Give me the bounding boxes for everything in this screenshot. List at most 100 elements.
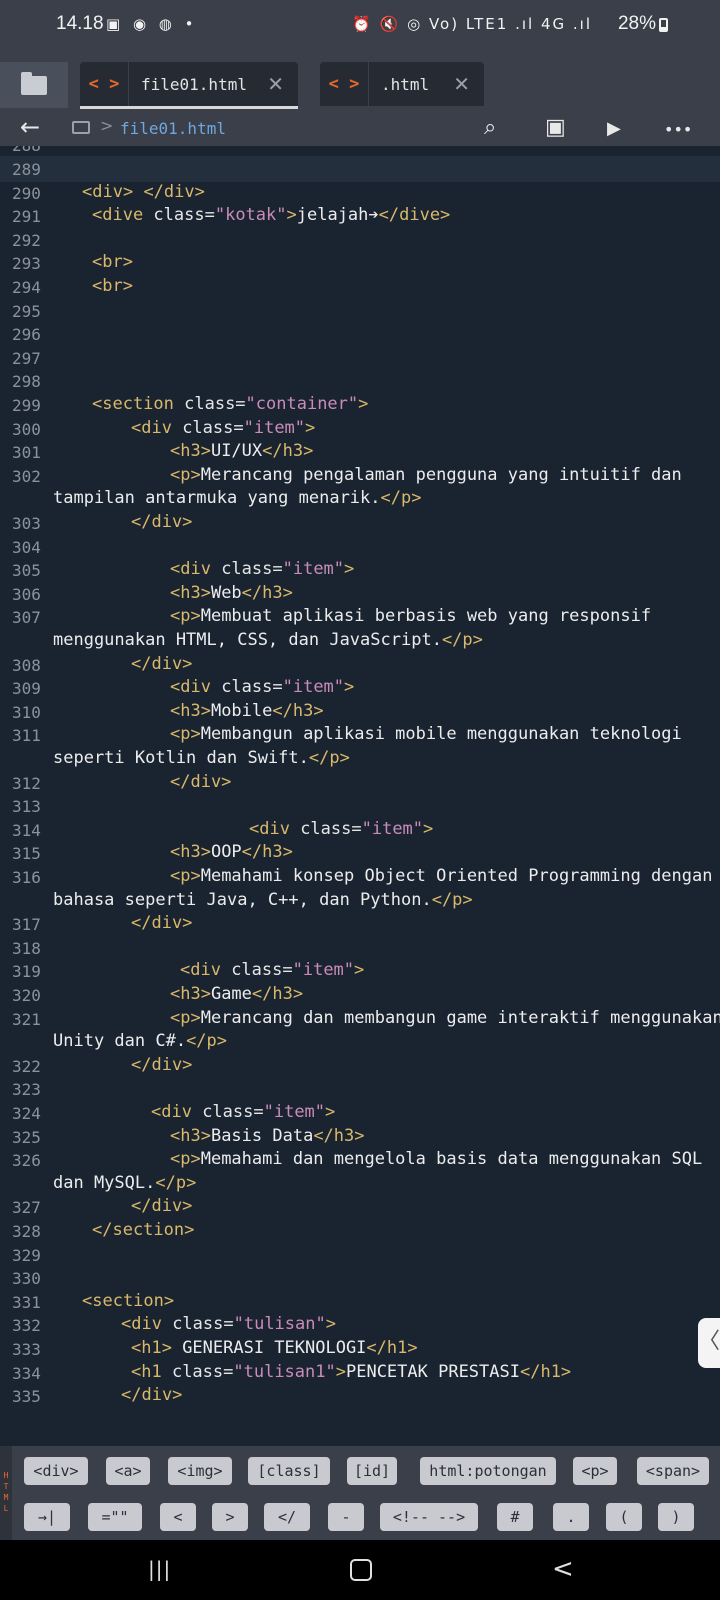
helper-symbol-button[interactable]: <!-- --> [380,1503,478,1531]
code-line[interactable]: <p>Merancang pengalaman pengguna yang in… [170,465,682,485]
code-tag: </div> [143,181,205,202]
code-line[interactable]: </div> [131,1055,192,1075]
code-line[interactable]: <div class="item"> [170,559,354,579]
helper-mode-label[interactable]: HTML [0,1446,12,1540]
code-tag: <h3> [170,1125,211,1146]
code-line[interactable]: <h3>Web</h3> [170,583,293,603]
code-line[interactable]: </section> [92,1220,194,1240]
line-number: 289 [12,160,41,179]
code-line[interactable]: <h3>UI/UX</h3> [170,441,313,461]
code-line[interactable]: <h3>Basis Data</h3> [170,1126,365,1146]
code-line[interactable]: <p>Merancang dan membangun game interakt… [170,1008,720,1028]
helper-snippet-button[interactable]: [id] [347,1457,397,1485]
code-line[interactable]: </div> [170,772,231,792]
code-line[interactable]: <br> [92,252,133,272]
helper-symbol-button[interactable]: </ [264,1503,310,1531]
recents-icon[interactable]: ||| [148,1557,171,1581]
code-line[interactable]: tampilan antarmuka yang menarik.</p> [53,488,421,508]
code-tag: </div> [131,512,193,532]
helper-snippet-button[interactable]: <div> [24,1457,88,1485]
helper-symbol-button[interactable]: > [212,1503,248,1531]
helper-symbol-button[interactable]: →| [24,1503,70,1531]
code-line[interactable]: <h3>Mobile</h3> [170,701,324,721]
helper-snippet-button[interactable]: <a> [106,1457,150,1485]
search-icon[interactable]: ⌕ [484,115,496,140]
code-text: Mobile [210,700,273,721]
back-arrow-icon[interactable]: ← [20,113,40,141]
code-line[interactable]: </div> [131,512,192,532]
code-line[interactable]: <p>Memahami dan mengelola basis data men… [170,1149,702,1169]
code-line[interactable]: seperti Kotlin dan Swift.</p> [53,748,350,768]
code-tag: <section [92,394,185,414]
code-string: "kotak" [214,205,287,226]
line-number: 294 [12,278,41,297]
code-text: OOP [210,842,242,863]
helper-symbol-button[interactable]: ( [606,1503,642,1531]
side-panel-handle[interactable]: 〈 [698,1318,720,1368]
code-line[interactable]: </div> [131,1196,192,1216]
code-line[interactable]: <div class="item"> [180,960,364,980]
code-line[interactable]: Unity dan C#.</p> [53,1031,227,1051]
code-line[interactable]: menggunakan HTML, CSS, dan JavaScript.</… [53,630,483,650]
close-icon[interactable]: ✕ [267,72,284,96]
tab-file01[interactable]: < > file01.html ✕ [80,62,298,109]
code-line[interactable]: </div> [131,654,192,674]
helper-symbol-button[interactable]: < [160,1503,196,1531]
tab-html[interactable]: < > .html ✕ [320,62,484,106]
close-icon[interactable]: ✕ [453,72,470,96]
code-line[interactable]: <div class="item"> [249,819,433,839]
code-line[interactable]: <p>Memahami konsep Object Oriented Progr… [170,866,712,886]
home-icon[interactable] [350,1559,372,1581]
code-line[interactable]: <h3>Game</h3> [170,984,303,1004]
code-line[interactable]: <section class="container"> [92,394,368,414]
code-tag: <br> [92,252,133,273]
helper-symbol-button[interactable]: . [553,1503,589,1531]
helper-label-char: T [3,1482,9,1491]
helper-snippet-button[interactable]: html:potongan [420,1457,556,1485]
code-tag: <h3> [170,700,211,721]
helper-symbol-button[interactable]: ="" [88,1503,142,1531]
file-browser-button[interactable] [0,62,68,108]
helper-snippet-button[interactable]: <span> [637,1457,709,1485]
code-line[interactable]: <h3>OOP</h3> [170,842,293,862]
save-icon[interactable]: ▣ [545,115,566,140]
code-editor[interactable]: 288 289290<div> </div>291<dive class="ko… [0,146,720,1446]
code-tag: </h3> [241,582,293,603]
breadcrumb-folder-icon[interactable] [72,121,90,134]
code-line[interactable]: <section> [82,1291,174,1311]
code-line[interactable]: <div class="item"> [170,677,354,697]
code-tag: <div [249,818,301,839]
helper-symbol-button[interactable]: ) [658,1503,694,1531]
line-number: 295 [12,301,41,321]
helper-snippet-button[interactable]: [class] [248,1457,330,1485]
nav-back-icon[interactable]: < [552,1554,574,1584]
code-line[interactable]: <div class="item"> [151,1102,335,1122]
helper-snippet-button[interactable]: <img> [168,1457,232,1485]
code-tag: <dive [92,205,154,226]
code-line[interactable]: <br> [92,276,133,296]
code-line[interactable]: <dive class="kotak">jelajah➔</dive> [92,205,450,225]
code-line[interactable]: <div> </div> [82,182,205,202]
code-line[interactable]: <div class="tulisan"> [121,1314,336,1334]
helper-snippet-button[interactable]: <p> [573,1457,617,1485]
breadcrumb-file[interactable]: file01.html [120,119,226,138]
code-line[interactable]: </div> [131,913,192,933]
helper-symbol-button[interactable]: # [497,1503,533,1531]
more-options-icon[interactable]: ••• [664,120,692,139]
helper-symbol-button[interactable]: - [328,1503,364,1531]
code-line[interactable]: <h1 class="tulisan1">PENCETAK PRESTASI</… [131,1362,571,1382]
code-attribute: class= [300,818,362,839]
code-line[interactable]: dan MySQL.</p> [53,1173,196,1193]
line-number: 331 [12,1292,41,1312]
code-line[interactable]: <p>Membuat aplikasi berbasis web yang re… [170,606,651,626]
code-line[interactable]: <h1> GENERASI TEKNOLOGI</h1> [131,1338,418,1358]
run-icon[interactable]: ▶ [607,118,621,139]
code-text: jelajah➔ [296,205,379,226]
code-line[interactable]: bahasa seperti Java, C++, dan Python.</p… [53,890,473,910]
code-line[interactable]: <p>Membangun aplikasi mobile menggunakan… [170,724,682,744]
symbol-helper-bar: HTML <div> <a> <img> [class] [id] html:potong… [0,1446,720,1540]
code-line[interactable]: <div class="item"> [131,418,315,438]
line-number: 288 [12,146,41,155]
code-line[interactable]: </div> [121,1385,182,1405]
